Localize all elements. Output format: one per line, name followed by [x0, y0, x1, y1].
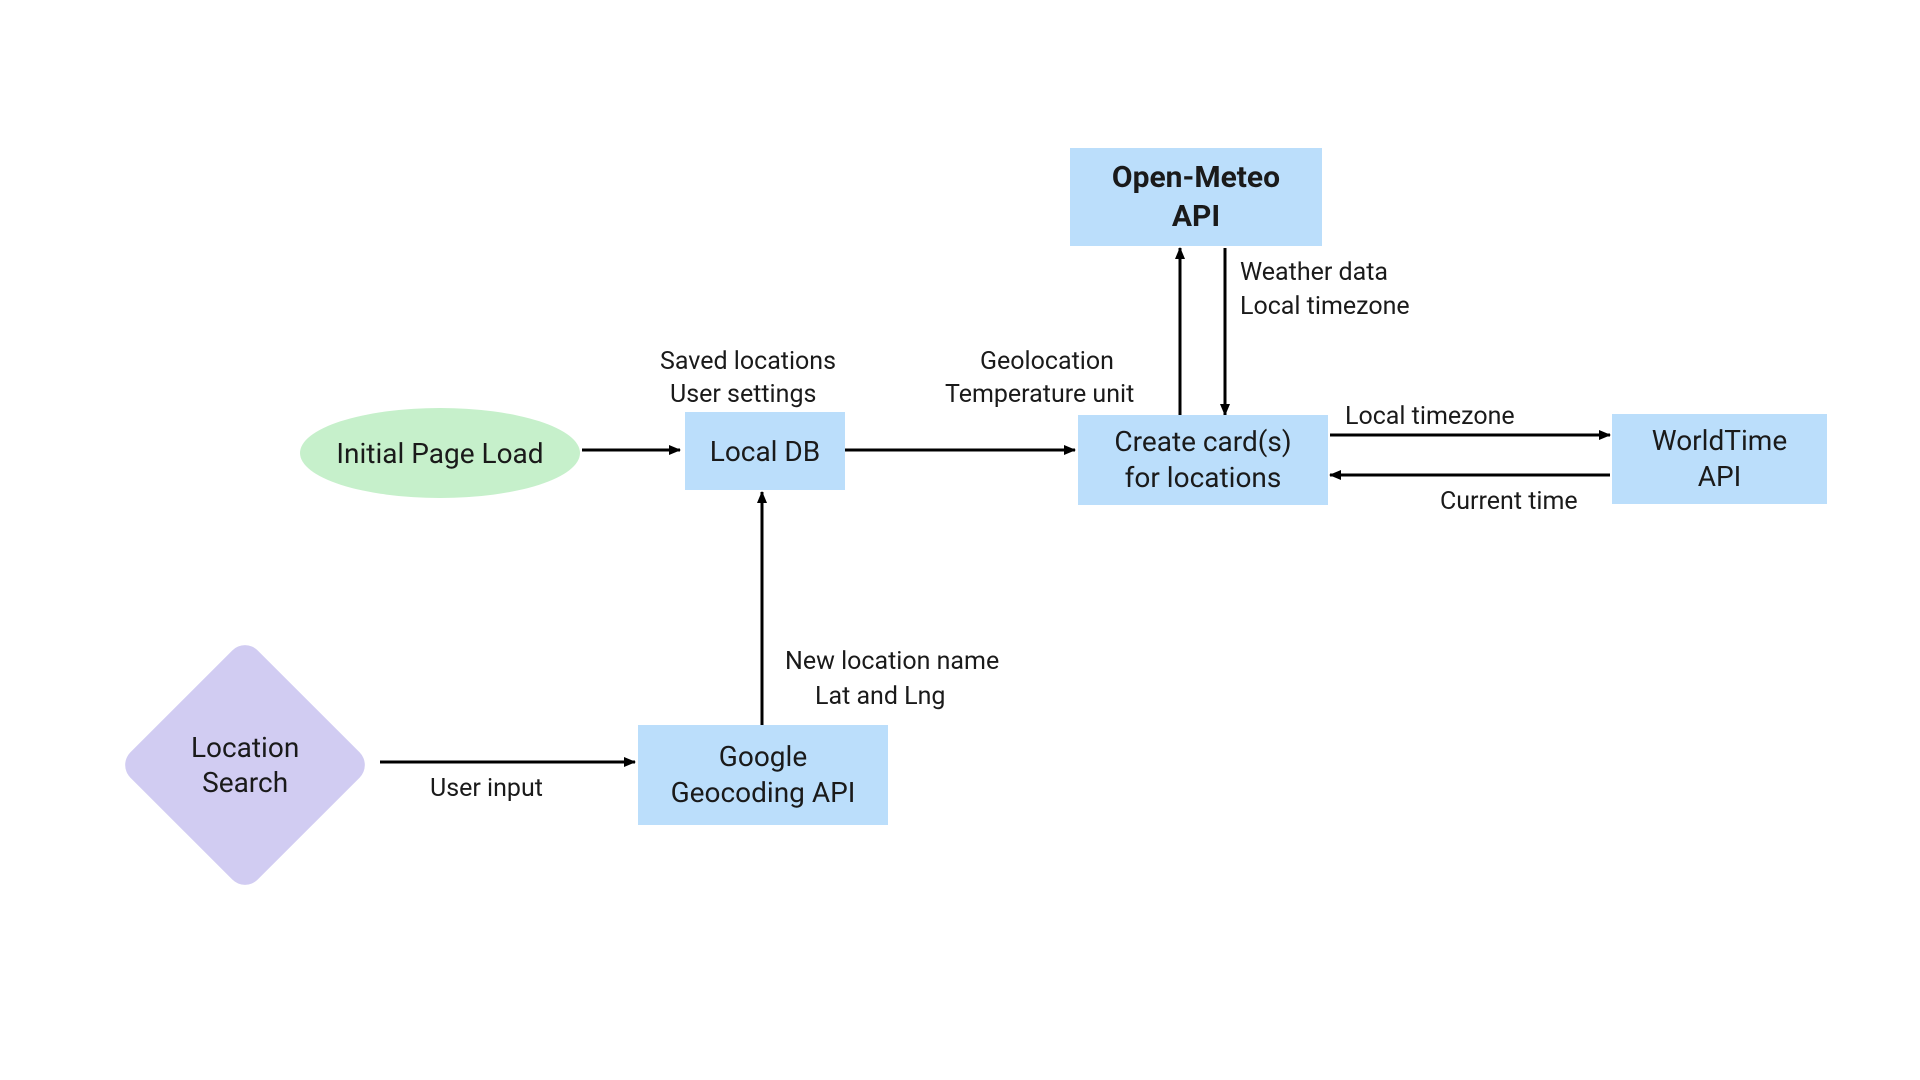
edge-label-temperature-unit: Temperature unit [945, 378, 1134, 412]
edge-label-local-timezone-a: Local timezone [1240, 290, 1410, 324]
edge-label-current-time: Current time [1440, 485, 1578, 519]
node-label: WorldTime API [1652, 423, 1787, 496]
node-open-meteo-api: Open-Meteo API [1070, 148, 1322, 246]
edge-label-user-settings: User settings [670, 378, 816, 412]
edge-label-weather-data: Weather data [1240, 256, 1388, 290]
node-create-cards: Create card(s) for locations [1078, 415, 1328, 505]
edge-label-lat-and-lng: Lat and Lng [815, 680, 945, 714]
node-initial-page-load: Initial Page Load [300, 408, 580, 498]
node-label: Create card(s) for locations [1114, 424, 1291, 497]
edge-label-geolocation: Geolocation [980, 345, 1114, 379]
node-location-search: Location Search [118, 638, 373, 893]
node-worldtime-api: WorldTime API [1612, 414, 1827, 504]
edge-label-new-location-name: New location name [785, 645, 999, 679]
node-label: Local DB [710, 435, 821, 468]
edge-label-user-input: User input [430, 772, 543, 806]
node-label: Location Search [191, 730, 299, 800]
node-label: Initial Page Load [336, 437, 543, 470]
arrows-layer [0, 0, 1920, 1080]
node-label: Google Geocoding API [671, 739, 856, 812]
edge-label-saved-locations: Saved locations [660, 345, 836, 379]
edge-label-local-timezone-b: Local timezone [1345, 400, 1515, 434]
node-local-db: Local DB [685, 412, 845, 490]
node-label: Open-Meteo API [1112, 158, 1280, 236]
node-google-geocoding: Google Geocoding API [638, 725, 888, 825]
diagram-canvas: Initial Page Load Local DB Open-Meteo AP… [0, 0, 1920, 1080]
